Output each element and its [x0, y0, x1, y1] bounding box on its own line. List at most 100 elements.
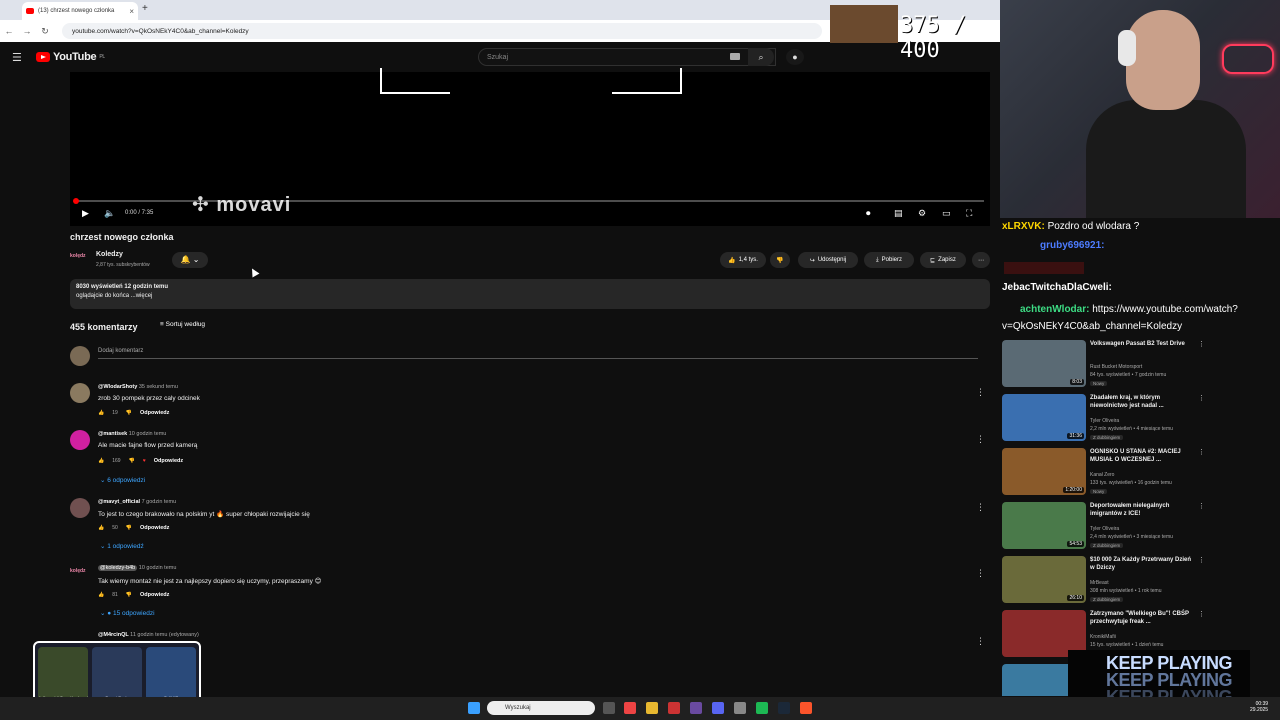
rec-title[interactable]: Zbadałem kraj, w którym niewolnictwo jes…: [1090, 394, 1194, 410]
description-box[interactable]: 8030 wyświetleń 12 godzin temu oglądajci…: [70, 279, 990, 309]
comment-author[interactable]: @M4rcinQL 11 godzin temu (edytowany): [98, 632, 199, 638]
steam-icon[interactable]: [778, 702, 790, 714]
volume-icon[interactable]: 🔈: [104, 208, 115, 219]
keyboard-icon[interactable]: [730, 53, 740, 60]
comment-menu-icon[interactable]: ⋮: [976, 568, 985, 579]
browser-tab[interactable]: (13) chrzest nowego członka ×: [22, 2, 138, 20]
thumbnail[interactable]: 1:20:00: [1002, 448, 1086, 495]
add-comment-field[interactable]: Dodaj komentarz: [98, 348, 978, 359]
reply-button[interactable]: Odpowiedz: [154, 458, 183, 464]
like-button[interactable]: 👍 1,4 tys.: [720, 252, 766, 268]
windows-start-icon[interactable]: [468, 702, 480, 714]
save-button[interactable]: ⊑ Zapisz: [920, 252, 966, 268]
task-view-icon[interactable]: [603, 702, 615, 714]
rec-menu-icon[interactable]: ⋮: [1198, 448, 1205, 456]
reply-button[interactable]: Odpowiedz: [140, 410, 169, 416]
theater-mode-icon[interactable]: ▭: [942, 208, 951, 219]
more-actions-button[interactable]: ⋯: [972, 252, 990, 268]
menu-icon[interactable]: ☰: [12, 51, 22, 64]
recommendation-item[interactable]: 54:53 Deportowałem nielegalnych imigrant…: [1002, 502, 1272, 552]
rec-title[interactable]: Volkswagen Passat B2 Test Drive: [1090, 340, 1194, 348]
reload-icon[interactable]: ↻: [36, 26, 54, 37]
play-icon[interactable]: ▶: [82, 208, 89, 219]
rec-menu-icon[interactable]: ⋮: [1198, 340, 1205, 348]
comment-avatar[interactable]: [70, 430, 90, 450]
app-icon[interactable]: [734, 702, 746, 714]
thumbnail[interactable]: 8:03: [1002, 340, 1086, 387]
brave-icon[interactable]: [800, 702, 812, 714]
view-replies-button[interactable]: ⌄ 1 odpowiedź: [100, 542, 144, 550]
channel-name[interactable]: Koledzy: [96, 251, 123, 258]
settings-gear-icon[interactable]: ⚙: [918, 208, 926, 219]
sort-button[interactable]: ≡ Sortuj według: [160, 321, 205, 328]
comment-menu-icon[interactable]: ⋮: [976, 434, 985, 445]
reply-button[interactable]: Odpowiedz: [140, 592, 169, 598]
comment-menu-icon[interactable]: ⋮: [976, 636, 985, 647]
share-button[interactable]: ↪ Udostępnij: [798, 252, 858, 268]
thumbnail[interactable]: 54:53: [1002, 502, 1086, 549]
rec-menu-icon[interactable]: ⋮: [1198, 502, 1205, 510]
channel-avatar[interactable]: kolędz: [70, 253, 90, 265]
forward-icon[interactable]: →: [18, 26, 36, 36]
view-replies-button[interactable]: ⌄ ● 15 odpowiedzi: [100, 609, 155, 617]
comment-author[interactable]: @mavyt_official 7 godzin temu: [98, 499, 176, 505]
dislike-icon[interactable]: 👎: [129, 458, 135, 464]
discord-icon[interactable]: [712, 702, 724, 714]
app-icon[interactable]: [690, 702, 702, 714]
search-button[interactable]: ⌕: [748, 48, 774, 66]
thumbnail[interactable]: 31:36: [1002, 394, 1086, 441]
rec-channel[interactable]: Tyler Oliveira: [1090, 418, 1119, 424]
comment-avatar[interactable]: [70, 383, 90, 403]
rec-channel[interactable]: Rust Bucket Motorsport: [1090, 364, 1142, 370]
comment-menu-icon[interactable]: ⋮: [976, 502, 985, 513]
rec-title[interactable]: Deportowałem nielegalnych imigrantów z I…: [1090, 502, 1194, 518]
like-icon[interactable]: 👍: [98, 525, 104, 531]
rec-channel[interactable]: Tyler Oliveira: [1090, 526, 1119, 532]
download-button[interactable]: ⤓ Pobierz: [864, 252, 914, 268]
rec-menu-icon[interactable]: ⋮: [1198, 610, 1205, 618]
dislike-icon[interactable]: 👎: [126, 525, 132, 531]
like-icon[interactable]: 👍: [98, 458, 104, 464]
comment-avatar[interactable]: [70, 498, 90, 518]
like-icon[interactable]: 👍: [98, 592, 104, 598]
recommendation-item[interactable]: 31:36 Zbadałem kraj, w którym niewolnict…: [1002, 394, 1272, 444]
thumbnail[interactable]: 26:10: [1002, 556, 1086, 603]
close-tab-icon[interactable]: ×: [129, 7, 134, 16]
recommendation-item[interactable]: 26:10 $10 000 Za Każdy Przetrwany Dzień …: [1002, 556, 1272, 606]
rec-title[interactable]: Zatrzymano "Wielkiego Bu"! CBŚP przechwy…: [1090, 610, 1194, 626]
like-icon[interactable]: 👍: [98, 410, 104, 416]
autoplay-toggle[interactable]: ⏺: [866, 208, 871, 219]
youtube-logo[interactable]: YouTube PL: [36, 51, 105, 63]
progress-bar[interactable]: [73, 198, 984, 204]
recommendation-item[interactable]: 1:20:00 OGNISKO U STANA #2: MACIEJ MUSIA…: [1002, 448, 1272, 498]
rec-title[interactable]: $10 000 Za Każdy Przetrwany Dzień w Dzic…: [1090, 556, 1194, 572]
url-field[interactable]: youtube.com/watch?v=QkOsNEkY4C0&ab_chann…: [62, 23, 822, 39]
app-icon[interactable]: [668, 702, 680, 714]
dislike-icon[interactable]: 👎: [126, 410, 132, 416]
comment-avatar[interactable]: kolędz: [70, 568, 86, 574]
spotify-icon[interactable]: [756, 702, 768, 714]
comment-author[interactable]: @WlodarShoty 35 sekund temu: [98, 384, 178, 390]
rec-channel[interactable]: KronikiMafii: [1090, 634, 1116, 640]
comment-author[interactable]: @mantisek 10 godzin temu: [98, 431, 166, 437]
reply-button[interactable]: Odpowiedz: [140, 525, 169, 531]
progress-scrubber[interactable]: [73, 198, 79, 204]
rec-channel[interactable]: MrBeast: [1090, 580, 1109, 586]
rec-menu-icon[interactable]: ⋮: [1198, 394, 1205, 402]
comment-menu-icon[interactable]: ⋮: [976, 387, 985, 398]
rec-title[interactable]: OGNISKO U STANA #2: MACIEJ MUSIAŁ O WCZE…: [1090, 448, 1194, 464]
chrome-icon[interactable]: [624, 702, 636, 714]
comment-author[interactable]: @koledzy-b4b 10 godzin temu: [98, 565, 176, 571]
taskbar-search[interactable]: Wyszukaj: [487, 701, 595, 715]
view-replies-button[interactable]: ⌄ 6 odpowiedzi: [100, 476, 145, 484]
rec-menu-icon[interactable]: ⋮: [1198, 556, 1205, 564]
microphone-icon[interactable]: ●: [786, 49, 804, 65]
subtitles-icon[interactable]: ▤: [894, 208, 903, 219]
back-icon[interactable]: ←: [0, 26, 18, 36]
notification-bell-button[interactable]: 🔔 ⌄: [172, 252, 208, 268]
new-tab-button[interactable]: +: [142, 3, 148, 14]
fullscreen-icon[interactable]: ⛶: [966, 208, 972, 219]
video-player[interactable]: ✣ movavi ▶ 🔈 0:00 / 7:35 ⏺ ▤ ⚙ ▭ ⛶: [70, 68, 990, 226]
file-explorer-icon[interactable]: [646, 702, 658, 714]
dislike-button[interactable]: 👎: [770, 252, 790, 268]
